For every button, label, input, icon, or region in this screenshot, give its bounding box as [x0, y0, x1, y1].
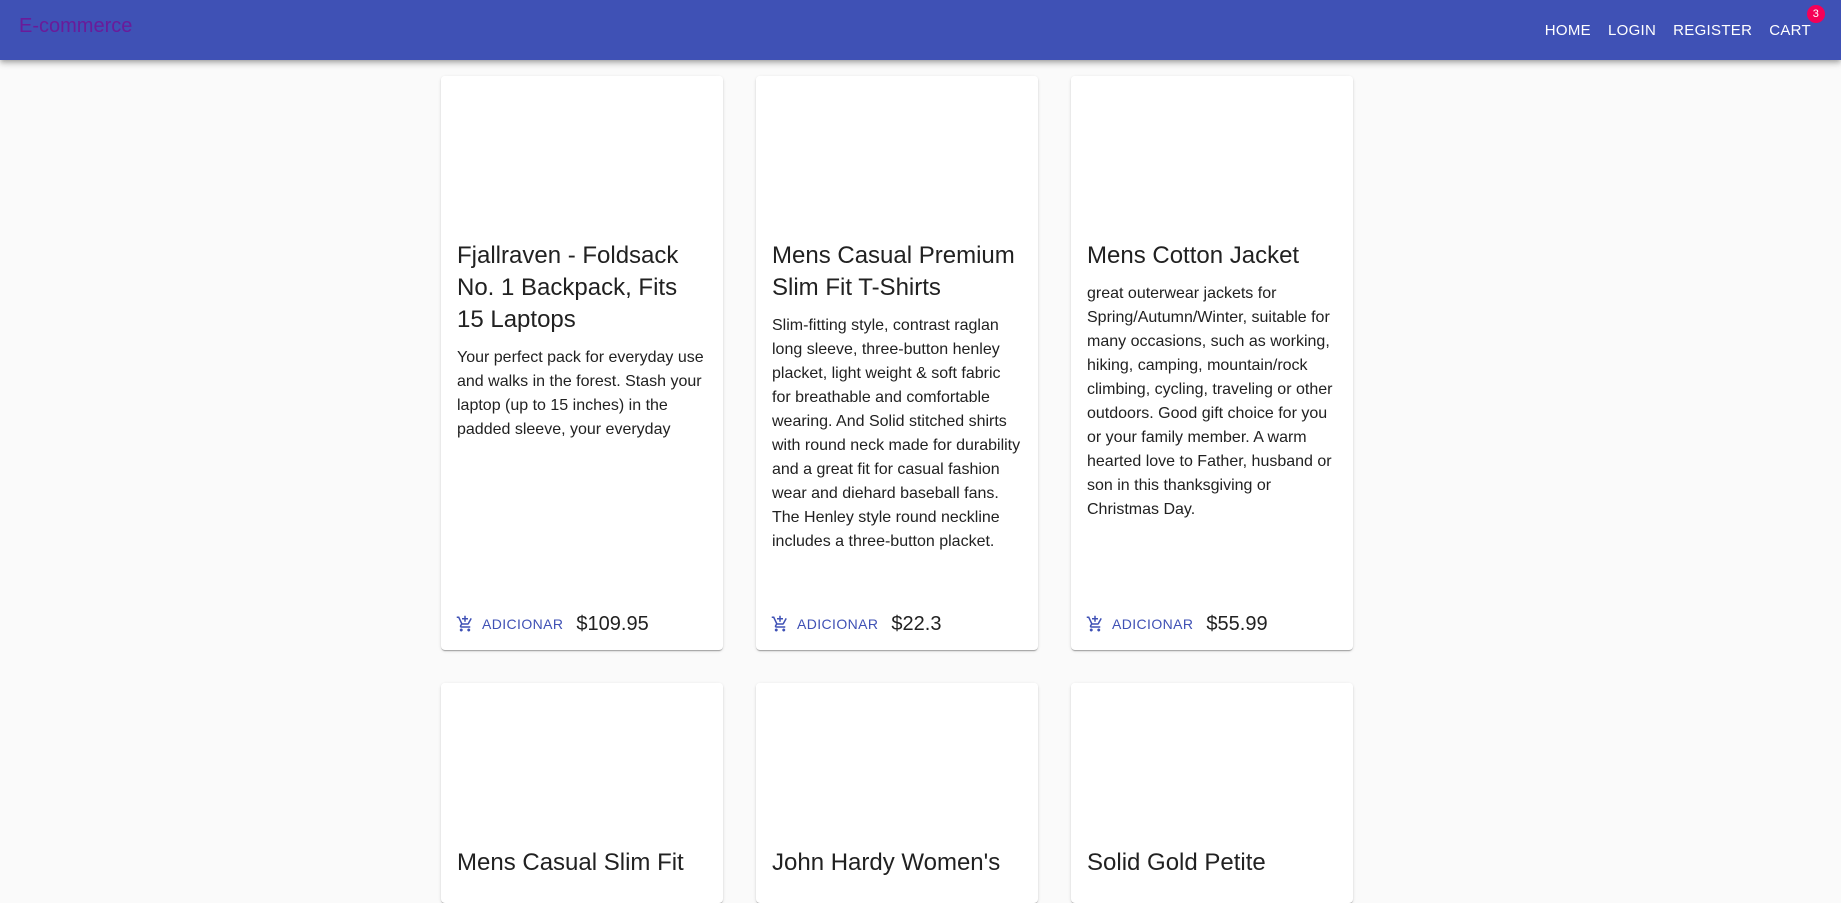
app-bar: E-commerce HOME LOGIN REGISTER CART 3 [0, 0, 1841, 60]
nav-register-button[interactable]: REGISTER [1665, 16, 1760, 45]
product-image [756, 76, 1038, 240]
product-price: $109.95 [576, 612, 649, 635]
add-shopping-cart-icon [771, 615, 787, 632]
product-card: Mens Casual Premium Slim Fit T-Shirts Sl… [756, 76, 1038, 650]
nav-login-button[interactable]: LOGIN [1600, 16, 1664, 45]
product-title: John Hardy Women's [772, 849, 1001, 876]
add-shopping-cart-icon [1086, 615, 1102, 632]
product-title: Mens Cotton Jacket [1087, 242, 1300, 269]
product-description: Slim-fitting style, contrast raglan long… [772, 317, 1021, 550]
nav-home-button[interactable]: HOME [1537, 16, 1599, 45]
add-to-cart-button[interactable]: ADICIONAR [1081, 611, 1198, 637]
product-card: John Hardy Women's [756, 683, 1038, 903]
product-title: Fjallraven - Foldsack No. 1 Backpack, Fi… [457, 242, 679, 333]
add-shopping-cart-icon [456, 615, 472, 632]
card-actions: ADICIONAR $109.95 [441, 598, 723, 650]
add-to-cart-button[interactable]: ADICIONAR [451, 611, 568, 637]
product-image [441, 683, 723, 847]
product-description: great outerwear jackets for Spring/Autum… [1087, 285, 1333, 518]
product-title: Mens Casual Premium Slim Fit T-Shirts [772, 242, 1015, 301]
card-actions: ADICIONAR $55.99 [1071, 598, 1353, 650]
product-title: Solid Gold Petite [1087, 849, 1266, 876]
add-button-label: ADICIONAR [797, 616, 879, 632]
product-card: Fjallraven - Foldsack No. 1 Backpack, Fi… [441, 76, 723, 650]
product-card: Mens Casual Slim Fit [441, 683, 723, 903]
product-image [441, 76, 723, 240]
product-description: Your perfect pack for everyday use and w… [457, 349, 704, 438]
product-image [1071, 683, 1353, 847]
product-image [756, 683, 1038, 847]
product-card: Mens Cotton Jacket great outerwear jacke… [1071, 76, 1353, 650]
product-price: $55.99 [1206, 612, 1268, 635]
add-to-cart-button[interactable]: ADICIONAR [766, 611, 883, 637]
product-title: Mens Casual Slim Fit [457, 849, 684, 876]
cart-count-badge: 3 [1807, 4, 1825, 23]
brand-link[interactable]: E-commerce [19, 15, 132, 38]
product-card: Solid Gold Petite [1071, 683, 1353, 903]
add-button-label: ADICIONAR [1112, 616, 1194, 632]
top-nav: HOME LOGIN REGISTER CART 3 [1536, 0, 1825, 60]
product-image [1071, 76, 1353, 240]
nav-cart-button[interactable]: CART 3 [1761, 4, 1825, 45]
product-price: $22.3 [891, 612, 942, 635]
cart-label: CART [1769, 21, 1811, 39]
card-actions: ADICIONAR $22.3 [756, 598, 1038, 650]
add-button-label: ADICIONAR [482, 616, 564, 632]
